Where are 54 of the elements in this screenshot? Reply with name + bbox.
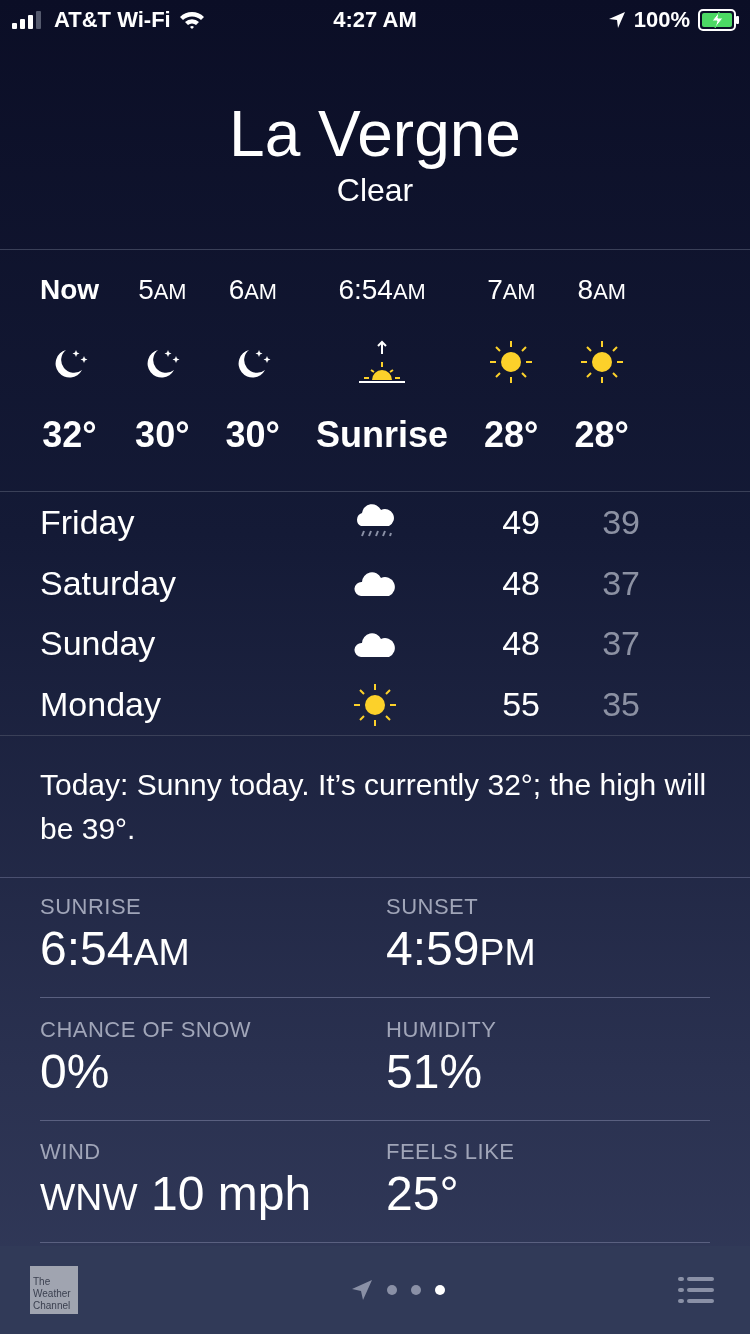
hour-temperature: 30° — [135, 413, 190, 457]
day-name: Friday — [40, 502, 136, 542]
detail-value: 4:59PM — [386, 921, 537, 977]
sun-icon — [579, 340, 624, 384]
high-temperature: 48 — [501, 624, 540, 664]
city-name: La Vergne — [229, 98, 521, 170]
weather-condition: Clear — [336, 171, 414, 210]
low-temperature: 35 — [601, 685, 640, 725]
day-name: Monday — [40, 685, 162, 725]
detail-label: FEELS LIKE — [386, 1139, 516, 1166]
location-arrow-icon — [607, 11, 626, 29]
detail-label: SUNRISE — [40, 894, 143, 920]
hour-temperature: Sunrise — [316, 413, 449, 457]
day-name: Saturday — [40, 563, 178, 603]
hour-label: 5AM — [138, 273, 187, 307]
detail-label: CHANCE OF SNOW — [40, 1016, 253, 1043]
carrier-name: AT&T Wi-Fi — [54, 7, 171, 33]
detail-value: 0% — [40, 1043, 111, 1100]
detail-value: 51% — [386, 1043, 484, 1100]
sunrise-icon — [358, 340, 407, 384]
detail-value: WNW 10 mph — [40, 1166, 313, 1223]
high-temperature: 48 — [501, 563, 540, 603]
low-temperature: 39 — [601, 502, 640, 542]
wifi-icon — [178, 11, 205, 29]
detail-label: SUNSET — [386, 894, 480, 920]
detail-value: 25° — [386, 1166, 460, 1223]
hour-label: 6:54AM — [338, 273, 426, 307]
clock-time: 4:27 AM — [333, 7, 417, 33]
hour-label: Now — [40, 273, 100, 307]
hour-temperature: 32° — [42, 413, 97, 457]
page-dot[interactable] — [435, 1285, 445, 1295]
list-icon[interactable] — [678, 1277, 714, 1303]
day-name: Sunday — [40, 624, 157, 664]
low-temperature: 37 — [601, 624, 640, 664]
hour-label: 8AM — [577, 273, 626, 307]
hour-temperature: 28° — [484, 413, 539, 457]
detail-label: WIND — [40, 1139, 102, 1166]
high-temperature: 55 — [501, 685, 540, 725]
page-dot[interactable] — [411, 1285, 421, 1295]
detail-value: 6:54AM — [40, 921, 191, 977]
high-temperature: 49 — [501, 502, 540, 542]
hour-temperature: 30° — [225, 413, 280, 457]
hour-label: 7AM — [487, 273, 536, 307]
forecast-summary: Today: Sunny today. It’s currently 32°; the high will be 39°. — [40, 766, 708, 847]
sun-icon — [353, 682, 397, 727]
low-temperature: 37 — [601, 563, 640, 603]
page-dot[interactable] — [387, 1285, 397, 1295]
battery-percent: 100% — [633, 7, 690, 33]
location-arrow-icon[interactable] — [351, 1279, 373, 1301]
sun-icon — [489, 340, 534, 384]
weather-channel-logo[interactable]: The Weather Channel — [30, 1266, 78, 1314]
hour-temperature: 28° — [574, 413, 629, 457]
hour-label: 6AM — [228, 273, 277, 307]
detail-label: HUMIDITY — [386, 1016, 498, 1043]
